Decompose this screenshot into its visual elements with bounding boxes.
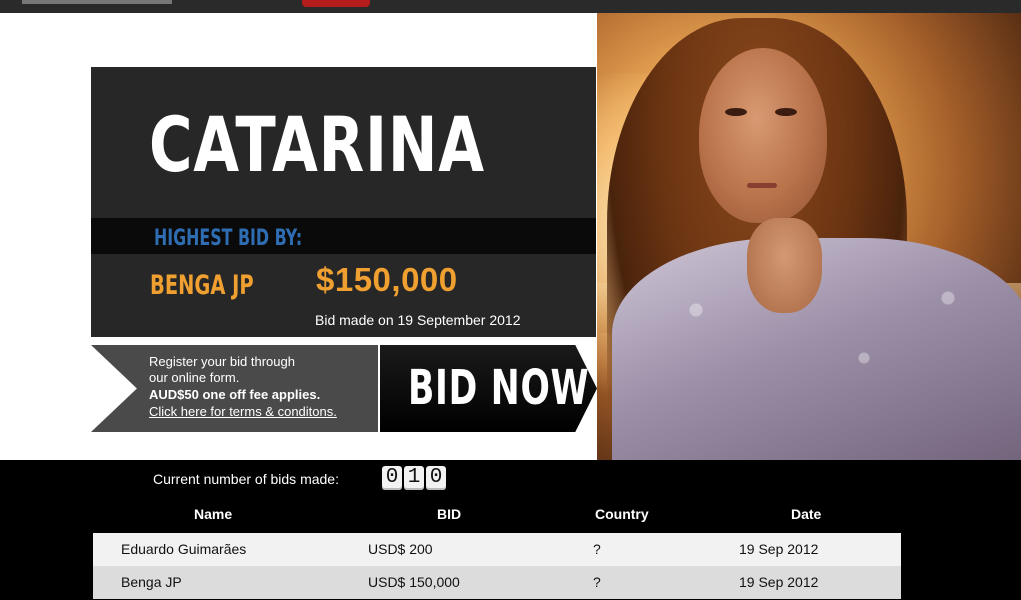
bids-table-header: Name BID Country Date bbox=[93, 504, 901, 526]
cell-bid: USD$ 150,000 bbox=[368, 574, 460, 590]
register-line-1: Register your bid through bbox=[149, 354, 295, 369]
register-line-2: our online form. bbox=[149, 370, 240, 385]
site-logo[interactable] bbox=[22, 0, 172, 4]
site-top-bar bbox=[0, 0, 1021, 13]
cell-date: 19 Sep 2012 bbox=[739, 541, 819, 557]
profile-photo bbox=[597, 13, 1021, 460]
column-header-country: Country bbox=[595, 506, 649, 522]
counter-digit: 0 bbox=[382, 466, 402, 490]
photo-mouth bbox=[747, 183, 777, 188]
bids-section: Current number of bids made: 0 1 0 Name … bbox=[0, 460, 1021, 600]
highest-bid-amount: $150,000 bbox=[316, 261, 458, 298]
counter-digit: 0 bbox=[426, 466, 446, 490]
highest-bidder-name: BENGA JP bbox=[150, 270, 254, 301]
highest-bid-bar: HIGHEST BID BY: bbox=[91, 218, 596, 254]
photo-face bbox=[699, 48, 827, 223]
register-info-panel: Register your bid through our online for… bbox=[91, 345, 378, 432]
highest-bid-label: HIGHEST BID BY: bbox=[154, 226, 303, 251]
column-header-date: Date bbox=[791, 506, 822, 522]
photo-eye-left bbox=[725, 108, 747, 116]
bids-counter: 0 1 0 bbox=[382, 466, 446, 490]
table-row: Benga JP USD$ 150,000 ? 19 Sep 2012 bbox=[93, 566, 901, 599]
counter-digit: 1 bbox=[404, 466, 424, 490]
column-header-name: Name bbox=[194, 506, 233, 522]
bids-count-label: Current number of bids made: bbox=[153, 471, 339, 487]
column-header-bid: BID bbox=[437, 506, 462, 522]
cell-name: Benga JP bbox=[121, 574, 182, 590]
cell-bid: USD$ 200 bbox=[368, 541, 433, 557]
table-row: Eduardo Guimarães USD$ 200 ? 19 Sep 2012 bbox=[93, 533, 901, 566]
nav-tab-active[interactable] bbox=[302, 0, 370, 7]
cell-country: ? bbox=[593, 574, 601, 590]
photo-eye-right bbox=[775, 108, 797, 116]
bid-now-button[interactable]: BID NOW bbox=[380, 345, 597, 432]
bid-date-text: Bid made on 19 September 2012 bbox=[315, 312, 521, 328]
bid-now-label: BID NOW bbox=[408, 360, 590, 416]
cell-country: ? bbox=[593, 541, 601, 557]
cell-date: 19 Sep 2012 bbox=[739, 574, 819, 590]
terms-link[interactable]: Click here for terms & conditons. bbox=[149, 404, 337, 419]
photo-hand bbox=[747, 218, 822, 313]
listing-name: CATARINA bbox=[149, 100, 485, 189]
fee-notice: AUD$50 one off fee applies. bbox=[149, 387, 321, 402]
listing-panel: CATARINA HIGHEST BID BY: BENGA JP $150,0… bbox=[91, 67, 596, 337]
cell-name: Eduardo Guimarães bbox=[121, 541, 247, 557]
